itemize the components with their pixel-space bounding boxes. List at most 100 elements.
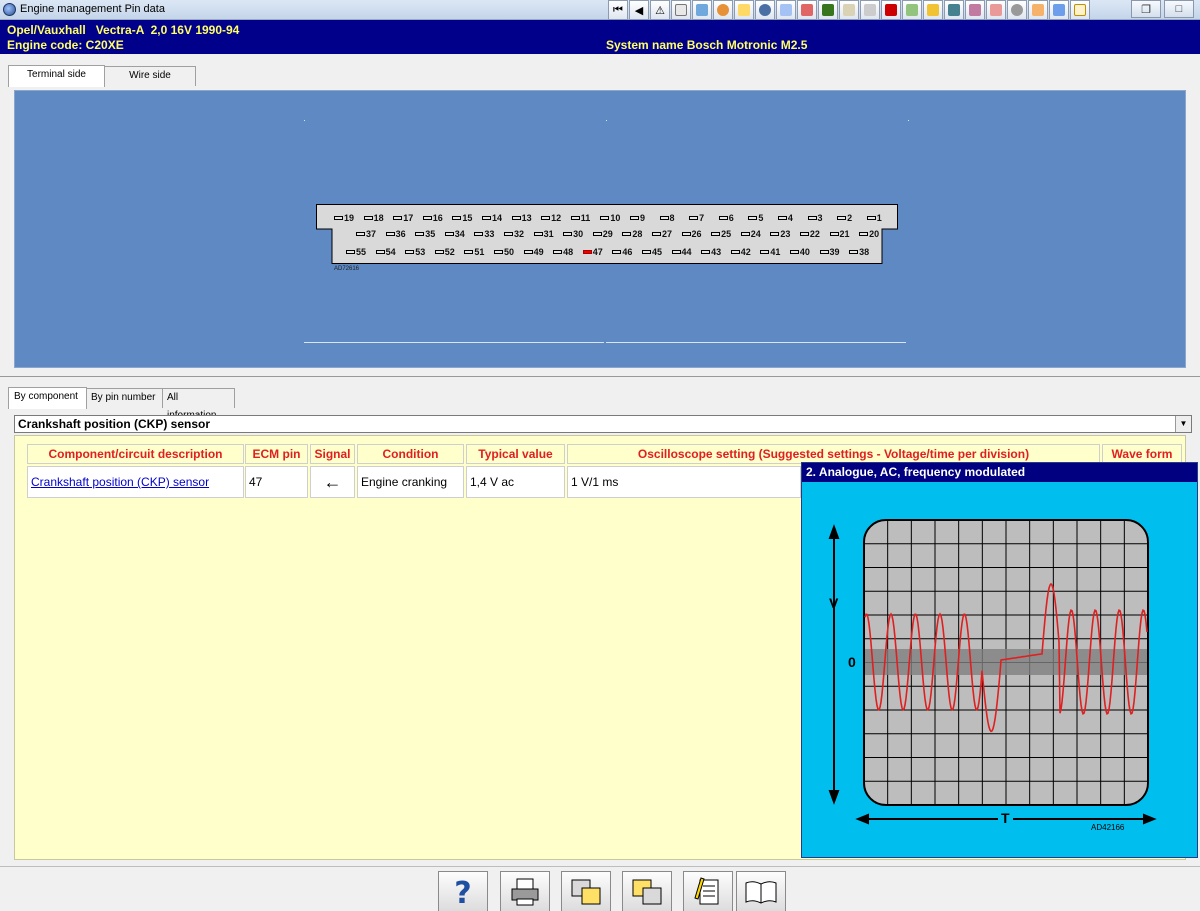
pin-number: 27: [661, 229, 672, 239]
tab-by-component[interactable]: By component: [8, 387, 87, 409]
pin-number: 19: [344, 213, 355, 223]
key-icon[interactable]: [923, 0, 943, 20]
airbag-icon[interactable]: [881, 0, 901, 20]
wiring-icon[interactable]: [692, 0, 712, 20]
pin-slot: [363, 216, 373, 220]
component-select[interactable]: Crankshaft position (CKP) sensor ▼: [14, 415, 1192, 433]
svg-text:?: ?: [454, 876, 471, 909]
pin-number: 6: [728, 213, 734, 223]
pin-slot: [503, 232, 513, 236]
connector-pin: 9: [629, 212, 660, 224]
ecu-icon[interactable]: [902, 0, 922, 20]
chevron-down-icon[interactable]: ▼: [1175, 416, 1191, 432]
copy-document-icon[interactable]: [561, 871, 611, 911]
tab-all-information[interactable]: All information: [162, 388, 235, 421]
tab-terminal-side[interactable]: Terminal side: [8, 65, 105, 87]
tools-icon[interactable]: [860, 0, 880, 20]
pin-slot: [570, 216, 580, 220]
previous-icon[interactable]: ◀: [629, 0, 649, 20]
cell-oscilloscope-setting: 1 V/1 ms: [567, 466, 801, 498]
pin-slot: [415, 232, 425, 236]
connector-pin: 18: [363, 212, 394, 224]
pin-slot: [563, 232, 573, 236]
pin-slot: [849, 250, 859, 254]
lift-icon[interactable]: [818, 0, 838, 20]
camera-icon[interactable]: [944, 0, 964, 20]
cell-typical-value: 1,4 V ac: [466, 466, 565, 498]
connector-pin: 33: [474, 228, 504, 240]
pin-number: 12: [551, 213, 562, 223]
pin-row-top: 19 18 17 16 15 14 13 12 11 10 9 8 7 6 5 4 3 2 1: [334, 212, 896, 224]
guide-dot: [304, 120, 305, 121]
pin-number: 39: [829, 247, 840, 257]
pin-number: 49: [533, 247, 544, 257]
pin-slot: [671, 250, 681, 254]
connector-pin: 20: [859, 228, 889, 240]
print-icon[interactable]: [500, 871, 550, 911]
pin-number: 53: [415, 247, 426, 257]
restore-window-icon[interactable]: ❐: [1131, 0, 1161, 18]
tab-by-pin-number[interactable]: By pin number: [86, 388, 163, 408]
pin-number: 29: [602, 229, 613, 239]
vehicle-icon[interactable]: [1049, 0, 1069, 20]
gear-icon[interactable]: [713, 0, 733, 20]
pin-slot: [493, 250, 503, 254]
pin-number: 34: [454, 229, 465, 239]
timing-icon[interactable]: [734, 0, 754, 20]
service-icon[interactable]: [986, 0, 1006, 20]
pin-number: 25: [721, 229, 732, 239]
cell-condition: Engine cranking: [357, 466, 464, 498]
electrical-icon[interactable]: [965, 0, 985, 20]
pin-row-bottom: 55 54 53 52 51 50 49 48 47 46 45 44 43 42 41 40 39 38: [346, 246, 879, 258]
pin-number: 1: [876, 213, 882, 223]
paste-document-icon[interactable]: [622, 871, 672, 911]
info-icon[interactable]: [1070, 0, 1090, 20]
close-window-icon[interactable]: □: [1164, 0, 1194, 18]
pin-slot: [356, 232, 365, 236]
pin-number: 4: [787, 213, 793, 223]
pin-number: 38: [859, 247, 870, 257]
vehicle-description: Opel/Vauxhall Vectra-A 2,0 16V 1990-94: [7, 23, 240, 37]
pin-number: 43: [711, 247, 722, 257]
pin-number: 54: [385, 247, 396, 257]
pin-slot: [837, 216, 847, 220]
pin-slot: [592, 232, 602, 236]
pin-slot: [622, 232, 632, 236]
guide-dot: [908, 120, 909, 121]
pin-slot: [819, 250, 829, 254]
cell-ecm-pin: 47: [245, 466, 308, 498]
pin-slot: [740, 232, 750, 236]
first-page-icon[interactable]: ⏮: [608, 0, 628, 20]
alert-icon[interactable]: [1028, 0, 1048, 20]
diagnostic-icon[interactable]: [776, 0, 796, 20]
pin-slot: [434, 250, 444, 254]
pin-slot: [444, 232, 454, 236]
chart-icon[interactable]: [797, 0, 817, 20]
tab-wire-side[interactable]: Wire side: [104, 66, 196, 86]
pin-number: 44: [681, 247, 692, 257]
component-link[interactable]: Crankshaft position (CKP) sensor: [31, 475, 209, 489]
pin-slot: [730, 250, 740, 254]
help-icon[interactable]: ?: [438, 871, 488, 911]
document-icon[interactable]: [671, 0, 691, 20]
connector-pin: 36: [385, 228, 416, 240]
warning-icon[interactable]: ⚠: [650, 0, 670, 20]
pin-slot: [474, 232, 484, 236]
wheel-icon[interactable]: [755, 0, 775, 20]
info-view-tabs: By component By pin number All informati…: [8, 386, 235, 421]
connector-pin: 48: [553, 246, 583, 258]
air-con-icon[interactable]: [1007, 0, 1027, 20]
pin-number: 37: [366, 229, 377, 239]
notes-icon[interactable]: [683, 871, 733, 911]
manual-book-icon[interactable]: [736, 871, 786, 911]
repair-icon[interactable]: [839, 0, 859, 20]
connector-pin: 1: [866, 212, 897, 224]
waveform-code: AD42166: [1091, 823, 1125, 832]
pin-number: 10: [610, 213, 621, 223]
connector-pin: 7: [689, 212, 719, 224]
system-name: System name Bosch Motronic M2.5: [606, 38, 808, 52]
pin-number: 16: [432, 213, 443, 223]
guide-dot: [606, 120, 607, 121]
header-condition: Condition: [357, 444, 464, 464]
pin-number: 51: [474, 247, 485, 257]
